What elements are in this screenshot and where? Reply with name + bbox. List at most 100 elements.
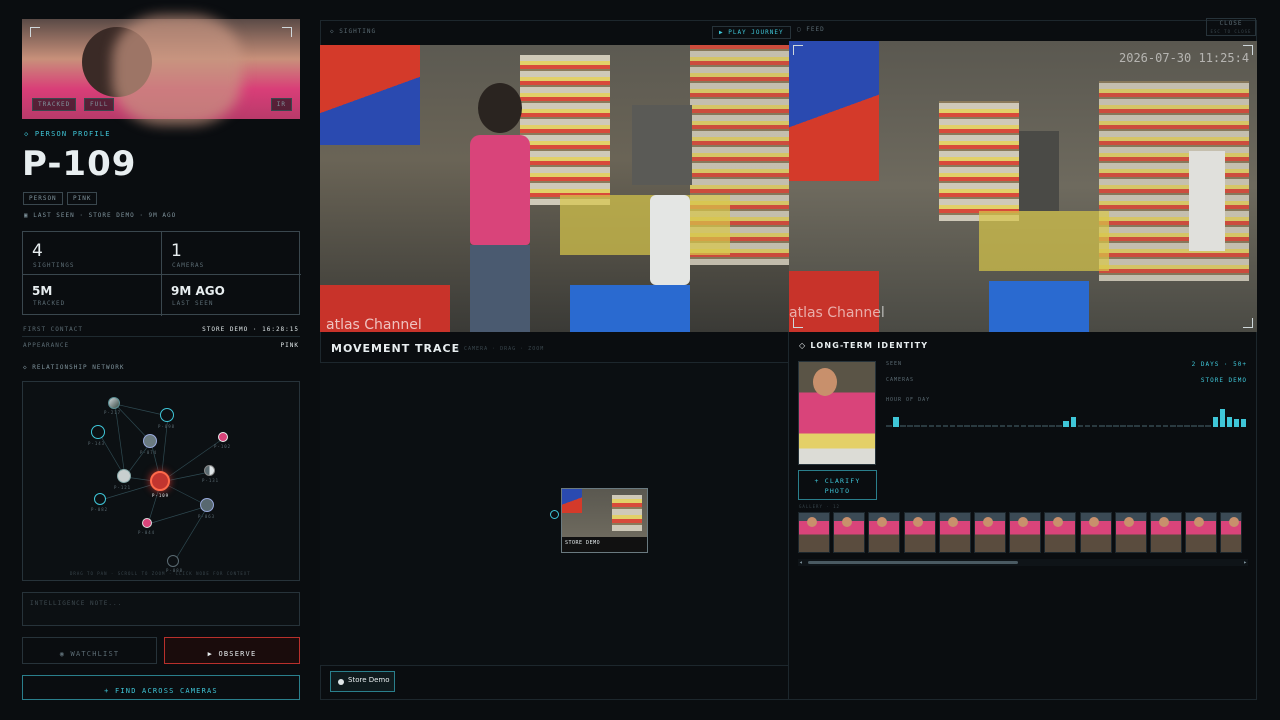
hour-bar bbox=[1113, 425, 1119, 427]
sighting-feed-wide[interactable]: 2026-07-30 11:25:4 atlas Channel bbox=[789, 41, 1257, 332]
hour-bar bbox=[971, 425, 977, 427]
gallery-thumbnail[interactable] bbox=[1009, 512, 1042, 553]
crop-tracked-button[interactable]: TRACKED bbox=[32, 98, 77, 111]
hour-bar bbox=[1056, 425, 1062, 427]
map-camera-card[interactable]: STORE DEMO bbox=[561, 488, 648, 553]
node-label: P-063 bbox=[198, 514, 216, 519]
network-hint: DRAG TO PAN · SCROLL TO ZOOM · CLICK NOD… bbox=[70, 571, 251, 576]
identity-photo bbox=[798, 361, 876, 465]
sighting-feed-closeup[interactable]: atlas Channel bbox=[320, 45, 789, 332]
play-journey-button[interactable]: ▶ PLAY JOURNEY bbox=[712, 26, 791, 39]
intel-note-input[interactable]: INTELLIGENCE NOTE... bbox=[22, 592, 300, 626]
hour-bar bbox=[1212, 417, 1219, 427]
feed-timestamp: 2026-07-30 11:25:4 bbox=[1119, 51, 1250, 65]
close-button[interactable]: CLOSE ESC TO CLOSE bbox=[1206, 18, 1256, 36]
network-node[interactable] bbox=[204, 465, 215, 476]
shelf-products bbox=[939, 101, 1019, 221]
legend-store-demo[interactable]: Store Demo bbox=[330, 671, 395, 692]
network-node[interactable] bbox=[160, 408, 174, 422]
profile-section-label: ◇ PERSON PROFILE bbox=[24, 130, 111, 138]
hour-bar bbox=[1091, 425, 1098, 427]
clarify-photo-button[interactable]: + CLARIFY PHOTO bbox=[798, 470, 877, 500]
gallery-thumbnail[interactable] bbox=[868, 512, 901, 553]
hour-bar bbox=[978, 425, 984, 427]
node-label: P-098 bbox=[158, 424, 176, 429]
hour-of-day-label: HOUR OF DAY bbox=[886, 397, 931, 403]
observe-button[interactable]: ▶ OBSERVE bbox=[164, 637, 300, 664]
hour-bar bbox=[921, 425, 928, 427]
network-node[interactable] bbox=[117, 469, 131, 483]
person-id: P-109 bbox=[22, 144, 137, 184]
map-location-dot[interactable] bbox=[550, 510, 559, 519]
find-across-cameras-button[interactable]: + FIND ACROSS CAMERAS bbox=[22, 675, 300, 700]
first-contact-value: STORE DEMO · 16:28:15 bbox=[202, 326, 299, 333]
find-label: + FIND ACROSS CAMERAS bbox=[104, 687, 218, 695]
gallery-thumbnail[interactable] bbox=[974, 512, 1006, 553]
face-blur bbox=[112, 15, 242, 125]
hour-bar bbox=[1169, 425, 1176, 427]
identity-title-text: LONG-TERM IDENTITY bbox=[810, 341, 929, 350]
network-node[interactable] bbox=[200, 498, 214, 512]
tag-pink: PINK bbox=[67, 192, 98, 205]
gallery-scrollbar[interactable]: ◂ ▸ bbox=[798, 559, 1248, 566]
hour-bar bbox=[1106, 425, 1112, 427]
gallery-thumbnail[interactable] bbox=[1044, 512, 1077, 553]
gallery-thumbnail[interactable] bbox=[1114, 512, 1147, 553]
gallery-thumbnail[interactable] bbox=[1185, 512, 1218, 553]
network-node[interactable] bbox=[108, 397, 120, 409]
network-node[interactable] bbox=[218, 432, 228, 442]
network-node-selected[interactable] bbox=[150, 471, 170, 491]
gallery-thumbnail[interactable] bbox=[1150, 512, 1182, 553]
blue-basket bbox=[989, 281, 1089, 332]
feed-watermark: atlas Channel bbox=[326, 317, 422, 332]
network-label-text: RELATIONSHIP NETWORK bbox=[32, 364, 125, 371]
network-node[interactable] bbox=[94, 493, 106, 505]
scroll-right-icon[interactable]: ▸ bbox=[1243, 559, 1247, 566]
feed-label: ▢ FEED bbox=[797, 26, 825, 33]
stat-last-seen-label: LAST SEEN bbox=[172, 300, 214, 307]
hour-bar bbox=[949, 425, 956, 427]
gallery-thumbnail[interactable] bbox=[1079, 512, 1112, 553]
hour-bar bbox=[1063, 420, 1070, 427]
profile-section-text: PERSON PROFILE bbox=[34, 130, 111, 138]
hour-bar bbox=[1006, 425, 1013, 427]
watchlist-button[interactable]: ◉ WATCHLIST bbox=[22, 637, 157, 664]
network-label: ◇ RELATIONSHIP NETWORK bbox=[23, 364, 125, 371]
person-head bbox=[478, 83, 522, 133]
appearance-value: PINK bbox=[280, 342, 299, 349]
close-sub: ESC TO CLOSE bbox=[1210, 29, 1252, 34]
map-camera-thumb bbox=[562, 489, 647, 537]
crop-full-button[interactable]: FULL bbox=[84, 98, 115, 111]
person-white-shirt bbox=[1189, 151, 1225, 251]
scrollbar-thumb[interactable] bbox=[808, 561, 1018, 564]
movement-subtitle: 1 CAMERA · DRAG · ZOOM bbox=[456, 346, 545, 352]
thumb-shelf bbox=[612, 495, 642, 531]
close-label: CLOSE bbox=[1219, 20, 1243, 27]
hour-bar bbox=[1198, 425, 1204, 427]
network-node[interactable] bbox=[91, 425, 105, 439]
network-node[interactable] bbox=[142, 518, 152, 528]
hour-bar bbox=[985, 425, 991, 427]
stat-cameras-label: CAMERAS bbox=[172, 262, 205, 269]
hour-bar bbox=[1155, 425, 1162, 427]
crop-ir-button[interactable]: IR bbox=[270, 98, 292, 111]
hour-bar bbox=[1240, 418, 1247, 427]
hour-bar bbox=[1013, 425, 1020, 427]
gallery-thumbnail[interactable] bbox=[938, 512, 971, 553]
network-node[interactable] bbox=[143, 434, 157, 448]
gallery-thumbnail[interactable] bbox=[833, 512, 866, 553]
movement-map[interactable]: STORE DEMO bbox=[320, 363, 789, 665]
gallery-thumbnail[interactable] bbox=[903, 512, 936, 553]
gallery-thumbnail[interactable] bbox=[1220, 512, 1243, 553]
feed-corner bbox=[1243, 318, 1253, 328]
hour-bar bbox=[1120, 425, 1126, 427]
first-contact-label: FIRST CONTACT bbox=[23, 326, 83, 333]
observe-text: OBSERVE bbox=[218, 650, 257, 658]
observe-label: ▶ OBSERVE bbox=[207, 650, 257, 658]
scroll-left-icon[interactable]: ◂ bbox=[799, 559, 803, 566]
node-label: P-131 bbox=[202, 478, 220, 483]
network-node[interactable] bbox=[167, 555, 179, 567]
hour-bar bbox=[928, 425, 935, 427]
stats-grid: 4 SIGHTINGS 1 CAMERAS 5M TRACKED 9M AGO … bbox=[22, 231, 301, 316]
gallery-thumbnail[interactable] bbox=[798, 512, 830, 553]
